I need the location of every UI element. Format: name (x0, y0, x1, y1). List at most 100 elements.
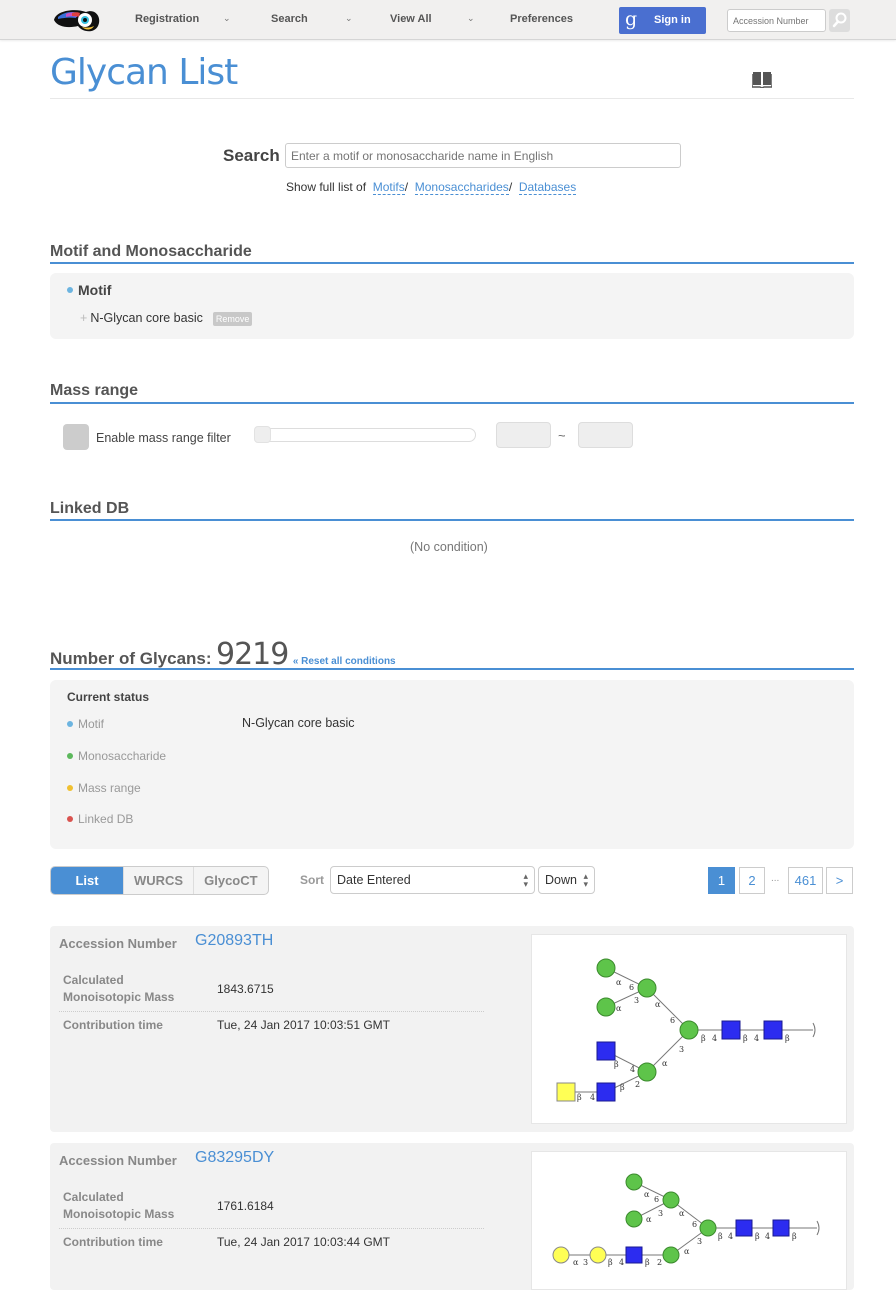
status-label: Monosaccharide (78, 749, 167, 763)
search-label: Search (223, 146, 280, 165)
accession-link[interactable]: G83295DY (195, 1149, 274, 1167)
svg-text:4: 4 (619, 1258, 624, 1267)
sort-order-select[interactable]: Down ▴ ▾ (538, 866, 595, 894)
galnac-residue (556, 1082, 576, 1102)
svg-text:4: 4 (712, 1034, 717, 1043)
mass-label: Calculated Monoisotopic Mass (63, 972, 174, 1006)
mass-min-input[interactable] (496, 422, 551, 448)
mass-label-line: Monoisotopic Mass (63, 990, 175, 1004)
section-divider (50, 402, 854, 404)
status-label: Motif (78, 717, 105, 731)
mass-range-slider-handle[interactable] (254, 426, 271, 443)
select-arrows-icon: ▴ ▾ (583, 871, 588, 889)
svg-text:β: β (755, 1232, 760, 1241)
svg-text:4: 4 (728, 1232, 733, 1241)
motif-search-input[interactable] (285, 143, 681, 168)
reducing-end-icon (816, 1220, 820, 1236)
accession-label: Accession Number (59, 1153, 177, 1168)
mass-label: Calculated Monoisotopic Mass (63, 1189, 174, 1223)
accession-search-button[interactable] (829, 9, 850, 32)
svg-text:α: α (644, 1190, 650, 1199)
select-arrows-icon: ▴ ▾ (523, 871, 528, 889)
mass-range-dot-icon (67, 784, 73, 791)
svg-text:α: α (684, 1247, 690, 1256)
svg-text:β: β (792, 1232, 797, 1241)
sign-in-label: Sign in (654, 14, 691, 26)
row-divider (59, 1011, 484, 1012)
separator: / (508, 180, 513, 194)
sort-field-select[interactable]: Date Entered ▴ ▾ (330, 866, 535, 894)
time-label: Contribution time (63, 1235, 163, 1249)
nav-registration[interactable]: Registration (135, 13, 199, 25)
sort-order-value: Down (545, 873, 577, 887)
reducing-end-icon (812, 1022, 816, 1038)
motif-group: Motif (67, 282, 111, 298)
pagination-ellipsis: ... (771, 873, 780, 884)
time-value: Tue, 24 Jan 2017 10:03:44 GMT (217, 1235, 390, 1249)
reset-all-conditions-link[interactable]: « Reset all conditions (293, 656, 396, 667)
nav-search[interactable]: Search (271, 13, 308, 25)
title-divider (50, 98, 854, 99)
monosaccharide-dot-icon (67, 752, 73, 759)
tab-glycoct[interactable]: GlycoCT (194, 867, 267, 894)
databases-link[interactable]: Databases (518, 180, 577, 195)
toucan-logo-icon[interactable] (50, 6, 102, 34)
page-1-button[interactable]: 1 (708, 867, 735, 894)
nav-preferences[interactable]: Preferences (510, 13, 573, 25)
section-divider (50, 519, 854, 521)
svg-text:6: 6 (692, 1220, 697, 1229)
chevron-down-icon[interactable]: ⌄ (223, 13, 231, 24)
accession-link[interactable]: G20893TH (195, 932, 273, 950)
tab-wurcs[interactable]: WURCS (124, 867, 195, 894)
glycan-structure-image[interactable]: α6α3 α63α β4β2 β4 β4β4β (531, 934, 847, 1124)
accession-number-input[interactable] (727, 9, 826, 32)
separator: / (404, 180, 409, 194)
motif-section-heading: Motif and Monosaccharide (50, 243, 252, 260)
remove-motif-button[interactable]: Remove (212, 311, 253, 326)
chevron-down-icon[interactable]: ⌄ (345, 13, 353, 24)
mass-filter-label: Enable mass range filter (96, 431, 231, 445)
svg-text:β: β (608, 1258, 613, 1267)
mass-label-line: Calculated (63, 1190, 124, 1204)
motifs-link[interactable]: Motifs (372, 180, 405, 195)
nav-view-all[interactable]: View All (390, 13, 432, 25)
page-2-button[interactable]: 2 (739, 867, 765, 894)
results-heading: Number of Glycans: 9219 « Reset all cond… (50, 637, 396, 672)
next-page-button[interactable]: > (826, 867, 853, 894)
current-status-title: Current status (67, 690, 150, 704)
motif-panel: Motif + N-Glycan core basic Remove (50, 273, 854, 339)
plus-icon: + (80, 311, 88, 325)
mass-range-slider-track[interactable] (254, 428, 476, 442)
svg-text:β: β (701, 1034, 706, 1043)
enable-mass-range-checkbox[interactable] (63, 424, 89, 450)
mass-value: 1761.6184 (217, 1199, 274, 1213)
linked-db-heading: Linked DB (50, 500, 130, 517)
svg-text:β: β (620, 1083, 625, 1092)
page-title: Glycan List (50, 52, 238, 93)
svg-text:β: β (645, 1258, 650, 1267)
glycan-card: Accession Number G83295DY Calculated Mono… (50, 1143, 854, 1290)
results-label: Number of Glycans: (50, 649, 212, 668)
mass-section-heading: Mass range (50, 382, 139, 399)
svg-text:β: β (577, 1093, 582, 1102)
glycan-structure-image[interactable]: α6α3 α63α α3β4 β2 β4β4β (531, 1151, 847, 1290)
time-value: Tue, 24 Jan 2017 10:03:51 GMT (217, 1018, 390, 1032)
google-sign-in-button[interactable]: g Sign in (619, 7, 706, 34)
status-row-mass-range: Mass range (67, 781, 141, 795)
open-book-icon[interactable] (752, 70, 772, 88)
svg-text:α: α (616, 978, 622, 987)
svg-text:β: β (614, 1060, 619, 1069)
svg-text:2: 2 (657, 1258, 662, 1267)
full-list-prefix: Show full list of (286, 180, 367, 194)
chevron-down-icon[interactable]: ⌄ (467, 13, 475, 24)
mass-label-line: Monoisotopic Mass (63, 1207, 175, 1221)
tab-list[interactable]: List (51, 867, 124, 894)
page-last-button[interactable]: 461 (788, 867, 823, 894)
google-g-icon: g (625, 8, 638, 30)
mass-label-line: Calculated (63, 973, 124, 987)
mass-max-input[interactable] (578, 422, 633, 448)
monosaccharides-link[interactable]: Monosaccharides (414, 180, 509, 195)
mass-value: 1843.6715 (217, 982, 274, 996)
magnifier-icon (832, 12, 847, 28)
glycan-count: 9219 (216, 637, 289, 672)
